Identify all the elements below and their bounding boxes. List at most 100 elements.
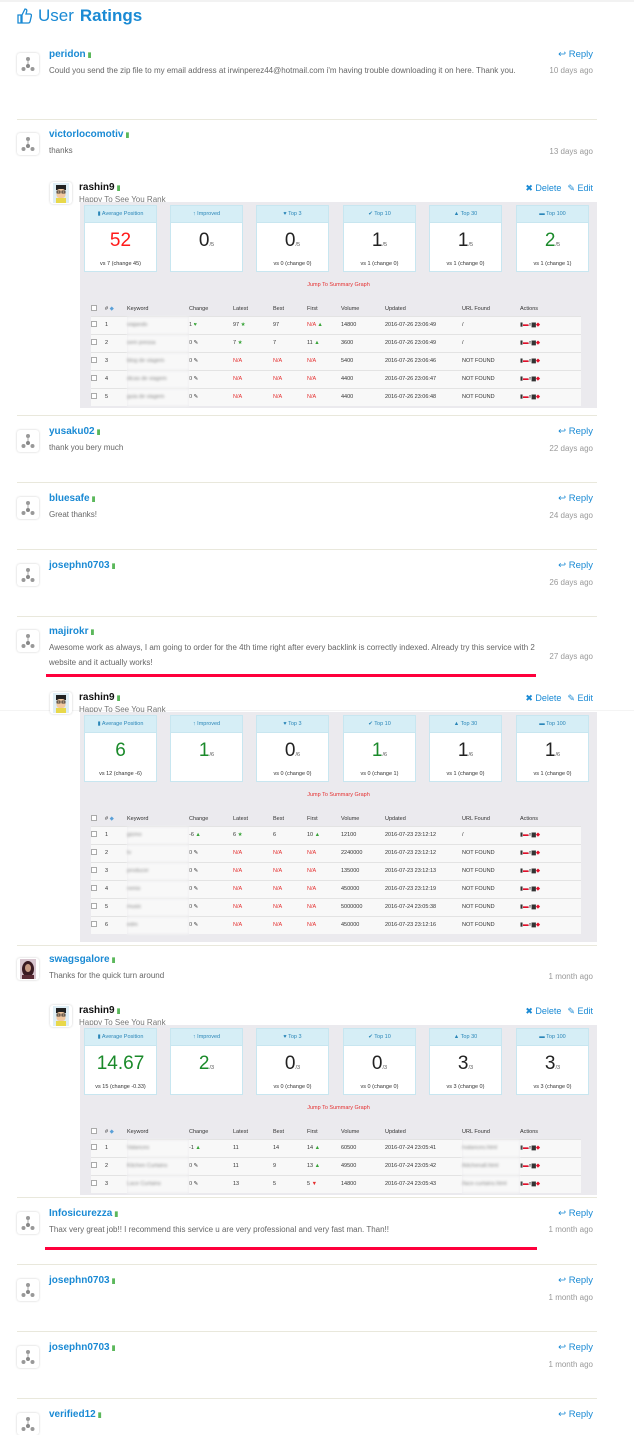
tag-icon[interactable]: ◆ (536, 376, 540, 382)
column-header-volume[interactable]: Volume (341, 302, 385, 316)
tag-icon[interactable]: ◆ (536, 322, 540, 328)
tag-icon[interactable]: ◆ (536, 1145, 540, 1151)
reply-button[interactable]: ↩ Reply (558, 559, 593, 573)
tag-icon[interactable]: ◆ (536, 1163, 540, 1169)
column-header-volume[interactable]: Volume (341, 812, 385, 826)
select-all-checkbox[interactable] (91, 304, 97, 311)
select-all-checkbox[interactable] (91, 1127, 97, 1134)
column-header-first[interactable]: First (307, 1125, 341, 1139)
column-header-#[interactable]: # ◆ (105, 302, 127, 316)
row-checkbox[interactable] (91, 831, 97, 837)
author-name[interactable]: josephn0703 (49, 1342, 110, 1353)
jump-to-summary-graph-link[interactable]: Jump To Summary Graph (80, 1105, 597, 1111)
reply-button[interactable]: ↩ Reply (558, 492, 593, 506)
edit-button[interactable]: ✎ Edit (567, 1006, 593, 1016)
tag-icon[interactable]: ◆ (536, 340, 540, 346)
tag-icon[interactable]: ◆ (536, 904, 540, 910)
author-name[interactable]: rashin9 (79, 182, 115, 193)
row-checkbox[interactable] (91, 1144, 97, 1150)
row-checkbox[interactable] (91, 867, 97, 873)
comment-author[interactable]: josephn0703 ▮ (49, 1274, 115, 1289)
column-header-change[interactable]: Change (189, 302, 233, 316)
tag-icon[interactable]: ◆ (536, 394, 540, 400)
reply-button[interactable]: ↩ Reply (558, 1274, 593, 1288)
author-name[interactable]: josephn0703 (49, 560, 110, 571)
reply-button[interactable]: ↩ Reply (558, 1207, 593, 1221)
row-checkbox[interactable] (91, 375, 97, 381)
edit-button[interactable]: ✎ Edit (567, 183, 593, 193)
reply-button[interactable]: ↩ Reply (558, 48, 593, 62)
column-header-best[interactable]: Best (273, 1125, 307, 1139)
column-header-latest[interactable]: Latest (233, 302, 273, 316)
column-header-latest[interactable]: Latest (233, 1125, 273, 1139)
reply-author[interactable]: rashin9 ▮ (79, 691, 120, 706)
column-header-#[interactable]: # ◆ (105, 812, 127, 826)
sort-icon[interactable]: ◆ (108, 1129, 114, 1135)
reply-button[interactable]: ↩ Reply (558, 1341, 593, 1355)
reply-author[interactable]: rashin9 ▮ (79, 1004, 120, 1019)
column-header-updated[interactable]: Updated (385, 812, 462, 826)
column-header-keyword[interactable]: Keyword (127, 812, 189, 826)
author-name[interactable]: yusaku02 (49, 426, 95, 437)
tag-icon[interactable]: ◆ (536, 850, 540, 856)
comment-author[interactable]: swagsgalore ▮ (49, 953, 115, 968)
delete-button[interactable]: ✖ Delete (525, 1006, 561, 1016)
author-name[interactable]: josephn0703 (49, 1275, 110, 1286)
tag-icon[interactable]: ◆ (536, 922, 540, 928)
tag-icon[interactable]: ◆ (536, 886, 540, 892)
comment-author[interactable]: josephn0703 ▮ (49, 559, 115, 574)
tag-icon[interactable]: ◆ (536, 832, 540, 838)
column-header-updated[interactable]: Updated (385, 1125, 462, 1139)
column-header-url-found[interactable]: URL Found (462, 302, 520, 316)
jump-to-summary-graph-link[interactable]: Jump To Summary Graph (80, 282, 597, 288)
comment-author[interactable]: bluesafe ▮ (49, 492, 95, 507)
sort-icon[interactable]: ◆ (108, 816, 114, 822)
author-name[interactable]: majirokr (49, 626, 88, 637)
tag-icon[interactable]: ◆ (536, 358, 540, 364)
row-checkbox[interactable] (91, 921, 97, 928)
comment-author[interactable]: josephn0703 ▮ (49, 1341, 115, 1356)
select-all-checkbox[interactable] (91, 814, 97, 821)
comment-author[interactable]: majirokr ▮ (49, 625, 94, 640)
column-header-url-found[interactable]: URL Found (462, 1125, 520, 1139)
comment-author[interactable]: Infosicurezza ▮ (49, 1207, 118, 1222)
column-header-updated[interactable]: Updated (385, 302, 462, 316)
row-checkbox[interactable] (91, 321, 97, 327)
jump-to-summary-graph-link[interactable]: Jump To Summary Graph (80, 792, 597, 798)
author-name[interactable]: rashin9 (79, 1005, 115, 1016)
column-header-best[interactable]: Best (273, 302, 307, 316)
author-name[interactable]: swagsgalore (49, 954, 110, 965)
column-header-latest[interactable]: Latest (233, 812, 273, 826)
row-checkbox[interactable] (91, 1180, 97, 1187)
column-header-change[interactable]: Change (189, 812, 233, 826)
column-header-url-found[interactable]: URL Found (462, 812, 520, 826)
column-header-#[interactable]: # ◆ (105, 1125, 127, 1139)
author-name[interactable]: bluesafe (49, 493, 90, 504)
reply-button[interactable]: ↩ Reply (558, 1408, 593, 1422)
row-checkbox[interactable] (91, 903, 97, 909)
reply-author[interactable]: rashin9 ▮ (79, 181, 120, 196)
delete-button[interactable]: ✖ Delete (525, 693, 561, 703)
column-header-keyword[interactable]: Keyword (127, 1125, 189, 1139)
row-checkbox[interactable] (91, 1162, 97, 1168)
column-header-first[interactable]: First (307, 812, 341, 826)
row-checkbox[interactable] (91, 339, 97, 345)
author-name[interactable]: victorlocomotiv (49, 129, 123, 140)
delete-button[interactable]: ✖ Delete (525, 183, 561, 193)
tag-icon[interactable]: ◆ (536, 868, 540, 874)
author-name[interactable]: Infosicurezza (49, 1208, 112, 1219)
row-checkbox[interactable] (91, 849, 97, 855)
row-checkbox[interactable] (91, 885, 97, 891)
comment-author[interactable]: victorlocomotiv ▮ (49, 128, 129, 143)
column-header-first[interactable]: First (307, 302, 341, 316)
edit-button[interactable]: ✎ Edit (567, 693, 593, 703)
author-name[interactable]: peridon (49, 49, 86, 60)
comment-author[interactable]: peridon ▮ (49, 48, 92, 63)
reply-button[interactable]: ↩ Reply (558, 425, 593, 439)
author-name[interactable]: verified12 (49, 1409, 96, 1420)
sort-icon[interactable]: ◆ (108, 306, 114, 312)
author-name[interactable]: rashin9 (79, 692, 115, 703)
comment-author[interactable]: verified12 ▮ (49, 1408, 102, 1423)
column-header-best[interactable]: Best (273, 812, 307, 826)
comment-author[interactable]: yusaku02 ▮ (49, 425, 100, 440)
